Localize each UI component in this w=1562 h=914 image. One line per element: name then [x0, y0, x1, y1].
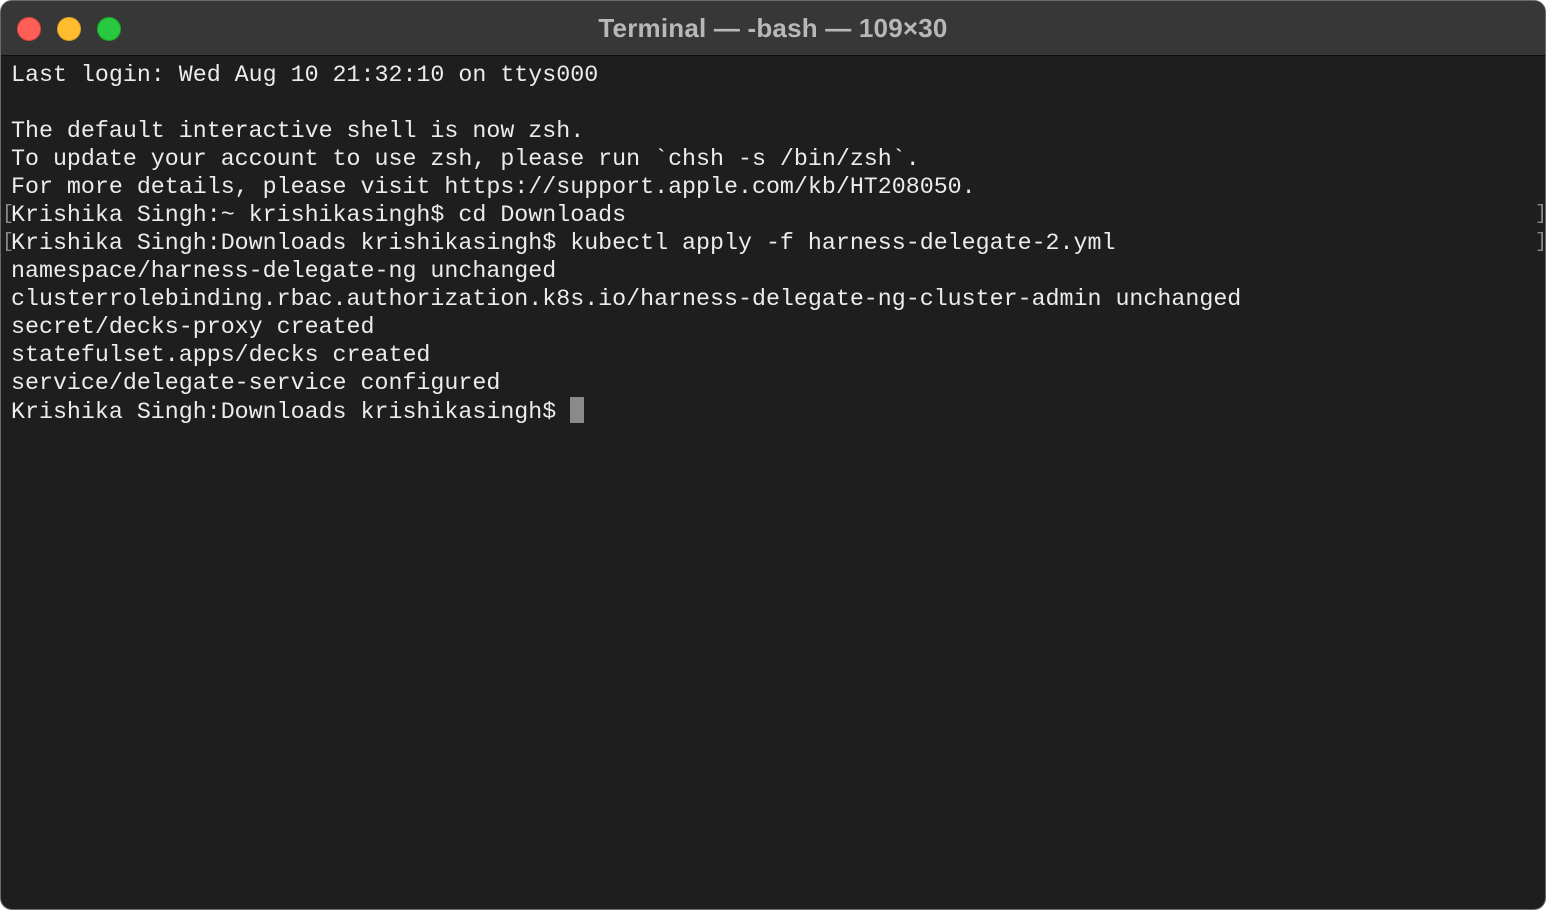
command-line: Krishika Singh:~ krishikasingh$ cd Downl…: [11, 202, 627, 228]
prompt-line[interactable]: Krishika Singh:Downloads krishikasingh$: [11, 397, 1535, 425]
output-line: statefulset.apps/decks created: [11, 342, 431, 368]
output-line: To update your account to use zsh, pleas…: [11, 146, 920, 172]
shell-prompt: Krishika Singh:Downloads krishikasingh$: [11, 399, 571, 425]
output-line: secret/decks-proxy created: [11, 314, 375, 340]
output-line: For more details, please visit https://s…: [11, 174, 976, 200]
command-line: Krishika Singh:Downloads krishikasingh$ …: [11, 230, 1116, 256]
terminal-window: Terminal — -bash — 109×30 [ [ ] ] Last l…: [0, 0, 1546, 910]
text-cursor: [570, 397, 585, 423]
terminal-output[interactable]: Last login: Wed Aug 10 21:32:10 on ttys0…: [11, 61, 1535, 909]
line-mark-right: ]: [1535, 203, 1546, 226]
output-line: namespace/harness-delegate-ng unchanged: [11, 258, 557, 284]
title-bar[interactable]: Terminal — -bash — 109×30: [1, 1, 1545, 56]
window-title: Terminal — -bash — 109×30: [598, 13, 948, 43]
output-line: clusterrolebinding.rbac.authorization.k8…: [11, 286, 1242, 312]
output-line: The default interactive shell is now zsh…: [11, 118, 585, 144]
output-line: Last login: Wed Aug 10 21:32:10 on ttys0…: [11, 62, 599, 88]
output-line: service/delegate-service configured: [11, 370, 501, 396]
line-mark-right: ]: [1535, 231, 1546, 254]
